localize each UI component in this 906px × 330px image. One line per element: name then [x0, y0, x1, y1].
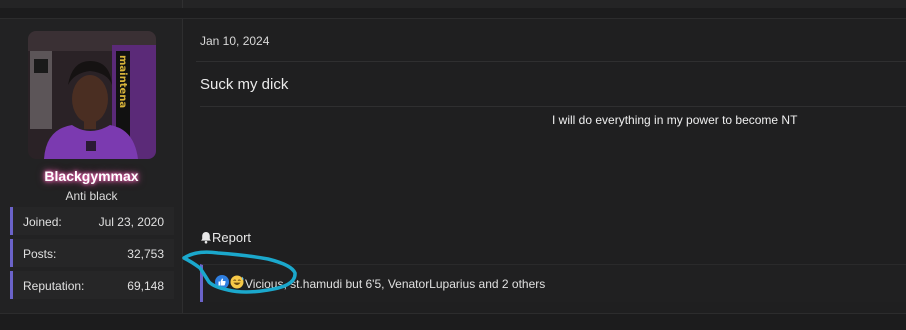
post-message: Suck my dick	[200, 76, 289, 93]
stat-value: 69,148	[127, 279, 164, 293]
user-sidebar: maintena Blackgymmax Anti black Joined: …	[0, 19, 183, 313]
report-label: Report	[212, 230, 252, 245]
signature: I will do everything in my power to beco…	[552, 113, 798, 127]
like-icon[interactable]	[215, 275, 229, 289]
stat-joined: Joined: Jul 23, 2020	[10, 207, 174, 235]
previous-post-edge	[0, 0, 906, 8]
header-divider	[196, 61, 906, 62]
stat-reputation: Reputation: 69,148	[10, 271, 174, 299]
bell-icon	[201, 232, 211, 244]
username[interactable]: Blackgymmax	[0, 168, 183, 184]
stat-posts: Posts: 32,753	[10, 239, 174, 267]
reactions-bar[interactable]: Vicious, st.hamudi but 6'5, VenatorLupar…	[200, 264, 906, 302]
previous-post-user-cell	[0, 0, 183, 8]
svg-text:maintena: maintena	[117, 55, 128, 108]
report-button[interactable]: Report	[200, 230, 251, 245]
avatar[interactable]: maintena	[28, 31, 156, 159]
reactions-text[interactable]: Vicious, st.hamudi but 6'5, VenatorLupar…	[245, 277, 545, 291]
reaction-icons	[215, 275, 245, 289]
user-title: Anti black	[65, 189, 118, 203]
signature-divider	[200, 106, 906, 107]
forum-post: maintena Blackgymmax Anti black Joined: …	[0, 18, 906, 314]
avatar-image: maintena	[28, 31, 156, 159]
stat-label: Reputation:	[23, 279, 85, 293]
stat-label: Joined:	[23, 215, 62, 229]
stat-value: Jul 23, 2020	[98, 215, 164, 229]
stat-label: Posts:	[23, 247, 57, 261]
stat-value: 32,753	[127, 247, 164, 261]
post-date[interactable]: Jan 10, 2024	[200, 34, 269, 48]
grin-sweat-icon[interactable]	[230, 275, 245, 289]
